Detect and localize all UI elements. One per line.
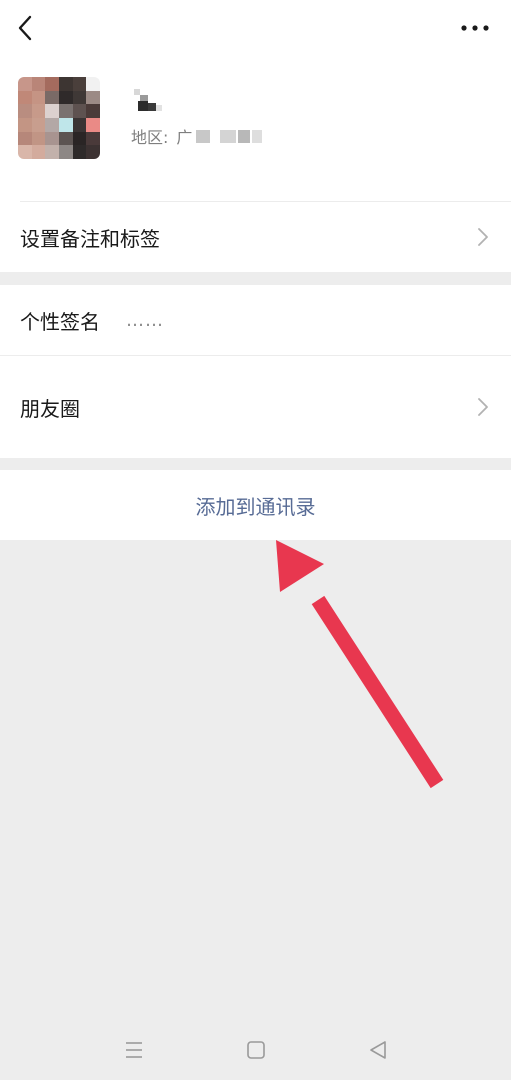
signature-label: 个性签名 bbox=[20, 309, 100, 334]
avatar[interactable] bbox=[18, 77, 100, 159]
back-button[interactable] bbox=[14, 14, 38, 42]
signature-value: …… bbox=[126, 309, 164, 331]
remark-tags-label: 设置备注和标签 bbox=[20, 226, 160, 251]
more-dots-icon bbox=[461, 25, 489, 31]
remark-tags-row[interactable]: 设置备注和标签 bbox=[0, 202, 511, 272]
chevron-right-icon bbox=[478, 228, 488, 246]
add-to-contacts-button[interactable]: 添加到通讯录 bbox=[0, 470, 511, 540]
region-mosaic bbox=[196, 129, 211, 143]
menu-lines-icon[interactable] bbox=[122, 1038, 146, 1062]
system-nav-bar bbox=[0, 1020, 511, 1080]
chevron-right-icon bbox=[478, 398, 488, 416]
region-mosaic bbox=[252, 129, 263, 143]
moments-row[interactable]: 朋友圈 bbox=[0, 356, 511, 458]
nickname-mosaic bbox=[134, 89, 162, 111]
triangle-back-icon[interactable] bbox=[366, 1038, 390, 1062]
chevron-left-icon bbox=[18, 15, 32, 41]
moments-label: 朋友圈 bbox=[20, 396, 80, 421]
region-value: 广 bbox=[176, 128, 193, 147]
more-button[interactable] bbox=[459, 16, 491, 40]
square-icon[interactable] bbox=[244, 1038, 268, 1062]
region-info: 地区: 广 bbox=[131, 125, 263, 147]
profile-header: 地区: 广 bbox=[0, 62, 511, 202]
region-mosaic bbox=[238, 129, 251, 143]
region-mosaic bbox=[220, 129, 237, 143]
signature-row: 个性签名 …… bbox=[0, 285, 511, 355]
top-bar bbox=[0, 0, 511, 62]
red-arrow-annotation bbox=[276, 540, 444, 789]
region-label: 地区: bbox=[131, 128, 169, 147]
